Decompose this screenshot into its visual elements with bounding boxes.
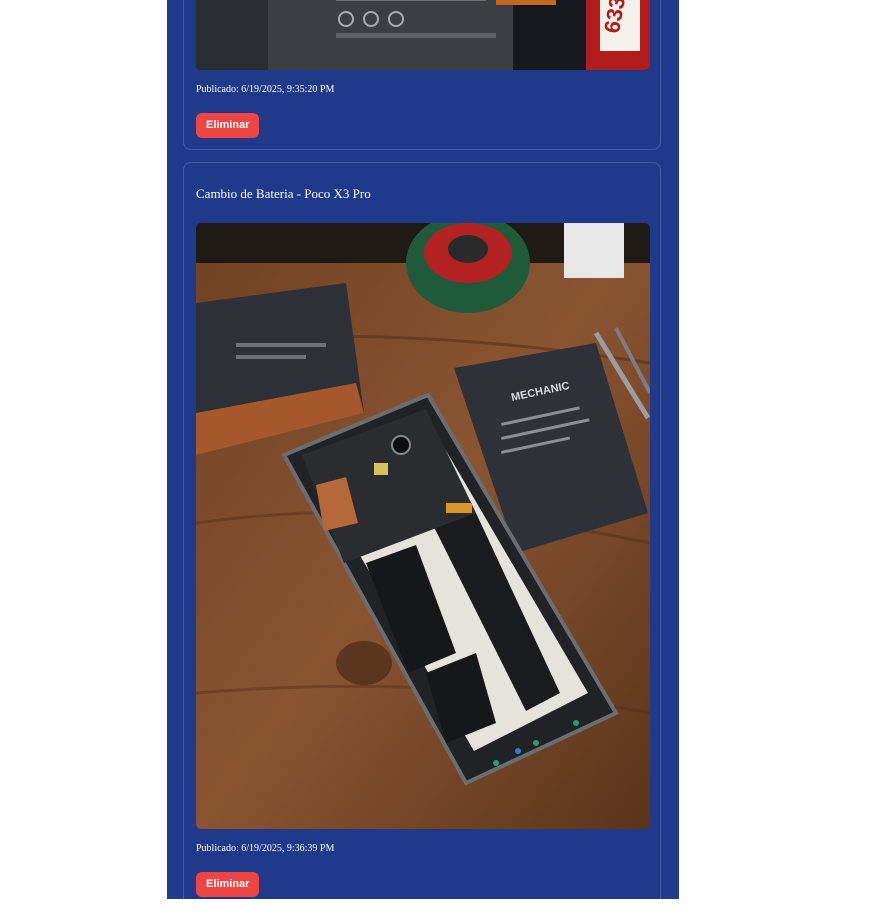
posts-column: 633 Publicado: 6/19/2025, 9:35:20 PM Eli…	[167, 0, 679, 922]
post-title: Cambio de Bateria - Poco X3 Pro	[196, 186, 371, 201]
delete-button[interactable]: Eliminar	[196, 113, 260, 138]
phone-repair-photo-image: MECHANIC	[196, 223, 650, 829]
published-date: Publicado: 6/19/2025, 9:36:39 PM	[196, 843, 335, 854]
post-photo: 633	[196, 0, 650, 70]
delete-button[interactable]: Eliminar	[196, 872, 260, 897]
post-card: 633 Publicado: 6/19/2025, 9:35:20 PM Eli…	[183, 0, 661, 150]
published-date: Publicado: 6/19/2025, 9:35:20 PM	[196, 84, 335, 95]
battery-photo-image: 633	[196, 0, 650, 70]
post-card: Cambio de Bateria - Poco X3 Pro MECHANIC…	[183, 162, 661, 922]
post-photo: MECHANIC	[196, 223, 650, 829]
